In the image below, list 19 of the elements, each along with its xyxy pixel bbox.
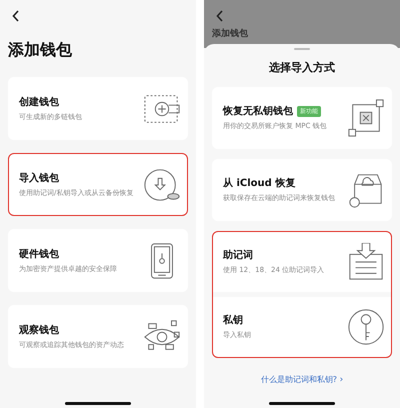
- scan-frame-icon: [347, 99, 385, 137]
- option-title: 观察钱包: [19, 324, 60, 337]
- option-title: 从 iCloud 恢复: [223, 176, 296, 190]
- option-title: 硬件钱包: [19, 248, 60, 261]
- option-title: 助记词: [223, 248, 253, 262]
- back-icon[interactable]: [12, 10, 20, 22]
- page-title: 添加钱包: [212, 27, 249, 40]
- document-arrow-icon: [347, 243, 385, 281]
- page-title: 添加钱包: [8, 40, 73, 61]
- home-indicator: [269, 402, 335, 405]
- option-title: 恢复无私钥钱包: [223, 104, 293, 118]
- help-link[interactable]: 什么是助记词和私钥? ›: [212, 374, 392, 385]
- drag-handle[interactable]: [294, 48, 310, 50]
- key-icon: [347, 308, 385, 346]
- option-title: 创建钱包: [19, 96, 60, 109]
- sheet-title: 选择导入方式: [268, 60, 336, 75]
- home-indicator: [65, 402, 131, 405]
- option-title: 私钥: [223, 314, 243, 328]
- option-title: 导入钱包: [19, 172, 60, 185]
